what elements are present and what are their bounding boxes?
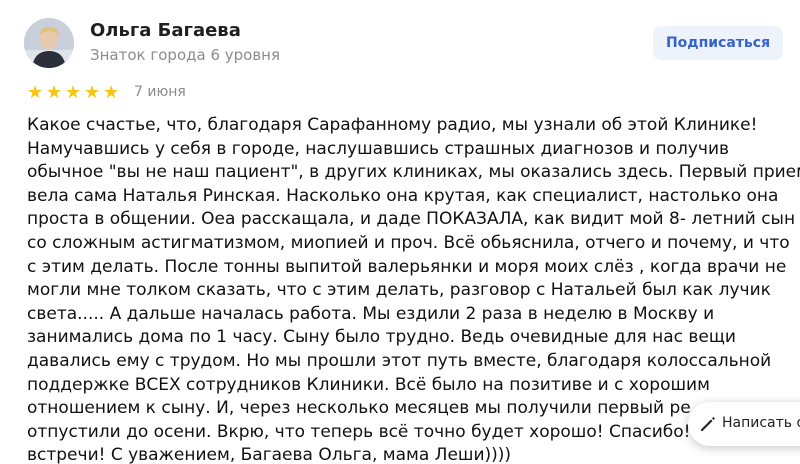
review-date: 7 июня bbox=[134, 84, 186, 100]
star-icon: ★ bbox=[27, 82, 44, 103]
write-review-label: Написать о bbox=[722, 415, 800, 431]
review-line: обычное "вы не наш пациент", в других кл… bbox=[27, 162, 800, 183]
rating-stars: ★ ★ ★ ★ ★ bbox=[27, 82, 120, 103]
review-line: Намучавшись у себя в городе, наслушавшис… bbox=[27, 138, 730, 159]
user-photo-icon bbox=[24, 18, 74, 68]
star-icon: ★ bbox=[65, 82, 82, 103]
review-line: отпустили до осени. Вкрю, что теперь всё… bbox=[27, 421, 691, 442]
review-text: Какое счастье, что, благодаря Сарафанном… bbox=[27, 114, 800, 464]
review-line: с этим делать. После тонны выпитой валер… bbox=[27, 256, 787, 277]
review-line: занимались дома по 1 часу. Сыну было тру… bbox=[27, 327, 736, 348]
review-line: со сложным астигматизмом, миопией и проч… bbox=[27, 232, 790, 253]
subscribe-button[interactable]: Подписаться bbox=[653, 26, 783, 60]
star-icon: ★ bbox=[46, 82, 63, 103]
review-line: света..... А дальше началась работа. Мы … bbox=[27, 303, 715, 324]
review-line: Какое счастье, что, благодаря Сарафанном… bbox=[27, 115, 758, 135]
review-line: давались ему с трудом. Но мы прошли этот… bbox=[27, 350, 772, 371]
review-line: проста в общении. Оеа расскащала, и даде… bbox=[27, 209, 796, 230]
author-status: Знаток города 6 уровня bbox=[90, 46, 281, 64]
review-line: отношением к сыну. И, через несколько ме… bbox=[27, 398, 691, 419]
review-line: поддержке ВСЕХ сотрудников Клиники. Всё … bbox=[27, 374, 710, 395]
write-review-button[interactable]: Написать о bbox=[688, 402, 800, 446]
review-line: вела сама Наталья Ринская. Насколько она… bbox=[27, 185, 779, 206]
review-line: могли мне толком сказать, что с этим дел… bbox=[27, 280, 771, 301]
author-name[interactable]: Ольга Багаева bbox=[90, 20, 241, 41]
star-icon: ★ bbox=[84, 82, 101, 103]
avatar[interactable] bbox=[24, 18, 74, 68]
pencil-icon bbox=[701, 417, 715, 431]
review-line: встречи! С уважением, Багаева Ольга, мам… bbox=[27, 445, 512, 464]
star-icon: ★ bbox=[103, 82, 120, 103]
